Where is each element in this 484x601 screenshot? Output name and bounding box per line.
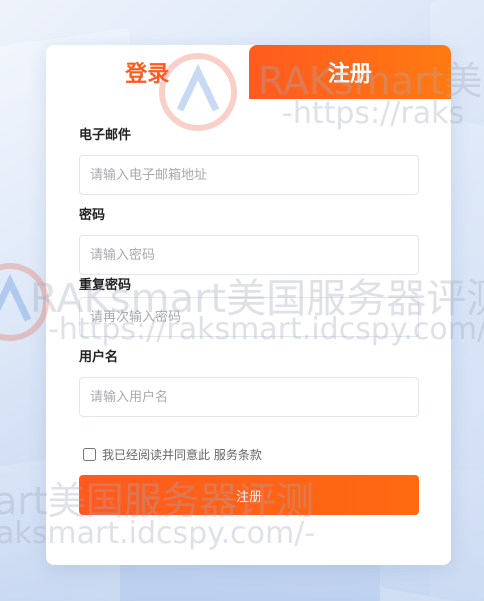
- agree-row: 我已经阅读并同意此 服务条款: [79, 445, 419, 463]
- confirm-password-label: 重复密码: [79, 278, 132, 293]
- username-label: 用户名: [79, 350, 119, 365]
- register-form: 电子邮件 密码 重复密码 用户名 我已经阅读并同意此 服务条款 注册: [46, 99, 451, 515]
- email-field[interactable]: [79, 155, 419, 195]
- auth-card: 登录 注册 电子邮件 密码 重复密码 用户名 我已经阅读并同意此 服务条款 注册: [46, 45, 451, 565]
- register-button[interactable]: 注册: [79, 475, 419, 515]
- email-label: 电子邮件: [79, 128, 132, 143]
- username-field[interactable]: [79, 377, 419, 417]
- agree-checkbox[interactable]: [83, 447, 96, 461]
- auth-tabs: 登录 注册: [46, 45, 451, 99]
- confirm-password-field[interactable]: [79, 297, 419, 337]
- agree-text[interactable]: 我已经阅读并同意此 服务条款: [102, 446, 262, 463]
- password-field[interactable]: [79, 235, 419, 275]
- tab-login[interactable]: 登录: [46, 45, 249, 99]
- tab-register[interactable]: 注册: [248, 45, 451, 99]
- password-label: 密码: [79, 208, 106, 223]
